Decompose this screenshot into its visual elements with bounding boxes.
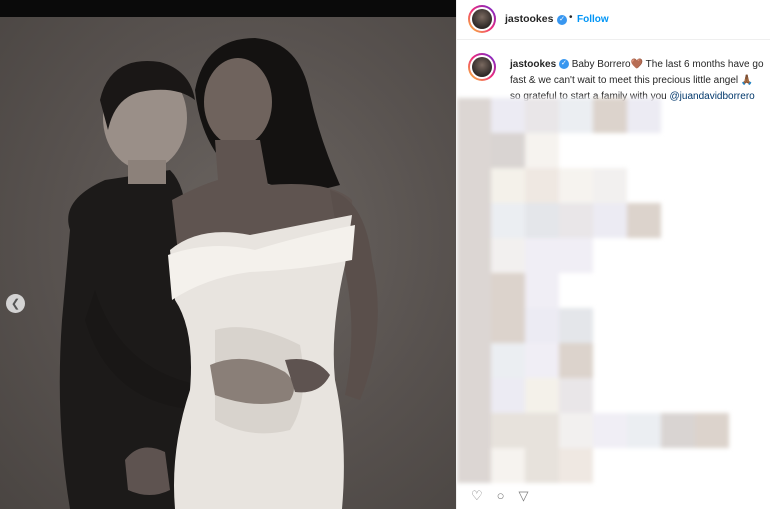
caption-verified-badge-icon: ✓: [558, 59, 569, 70]
mosaic-tile: [559, 98, 593, 133]
mosaic-tile: [525, 133, 559, 168]
mosaic-tile: [559, 448, 593, 483]
mosaic-tile: [559, 168, 593, 203]
follow-button[interactable]: Follow: [577, 14, 609, 25]
mosaic-tile: [491, 203, 525, 238]
caption-author-username[interactable]: jastookes: [510, 59, 556, 70]
mosaic-tile: [559, 203, 593, 238]
comment-icon[interactable]: ○: [497, 488, 505, 504]
mosaic-tile: [491, 378, 525, 413]
chevron-left-icon: ❮: [10, 298, 21, 310]
heart-icon[interactable]: ♡: [471, 488, 483, 504]
mosaic-tile: [491, 343, 525, 378]
mosaic-tile: [491, 308, 525, 343]
mosaic-tile: [525, 238, 559, 273]
blurred-comments-area: [457, 98, 770, 484]
mosaic-tile: [525, 413, 559, 448]
caption-author-avatar[interactable]: [468, 53, 496, 81]
post-header: jastookes ✓ • Follow: [457, 0, 770, 40]
mosaic-tile: [491, 273, 525, 308]
mosaic-tile: [457, 308, 491, 343]
mosaic-tile: [525, 378, 559, 413]
mosaic-tile: [457, 378, 491, 413]
mosaic-tile: [491, 98, 525, 133]
mosaic-tile: [525, 98, 559, 133]
share-icon[interactable]: ▽: [519, 488, 529, 504]
author-username[interactable]: jastookes: [505, 13, 553, 25]
mosaic-tile: [559, 413, 593, 448]
mosaic-tile: [457, 413, 491, 448]
mosaic-tile: [559, 308, 593, 343]
mosaic-tile: [457, 273, 491, 308]
mosaic-tile: [525, 308, 559, 343]
verified-badge-icon: ✓: [557, 15, 567, 25]
caption-line-2: fast & we can't wait to meet this precio…: [510, 75, 754, 86]
mosaic-tile: [627, 413, 661, 448]
couple-photo: [59, 38, 378, 509]
post-side-panel: jastookes ✓ • Follow jastookes ✓ Baby Bo…: [456, 0, 770, 509]
mosaic-tile: [593, 168, 627, 203]
mosaic-tile: [661, 413, 695, 448]
mosaic-tile: [525, 168, 559, 203]
mosaic-tile: [525, 448, 559, 483]
mosaic-tile: [593, 98, 627, 133]
mosaic-tile: [695, 413, 729, 448]
author-avatar[interactable]: [468, 5, 496, 33]
mosaic-tile: [525, 343, 559, 378]
mosaic-tile: [559, 378, 593, 413]
mosaic-tile: [491, 168, 525, 203]
mosaic-tile: [457, 238, 491, 273]
post-actions: ♡ ○ ▽: [471, 488, 529, 504]
mosaic-tile: [457, 343, 491, 378]
mosaic-tile: [525, 203, 559, 238]
separator-dot: •: [569, 12, 573, 23]
mosaic-tile: [627, 203, 661, 238]
mosaic-tile: [491, 413, 525, 448]
mosaic-tile: [457, 133, 491, 168]
mosaic-tile: [491, 448, 525, 483]
previous-photo-button[interactable]: ❮: [6, 294, 25, 313]
mosaic-tile: [593, 413, 627, 448]
caption-line-1: Baby Borrero🤎 The last 6 months have go: [571, 59, 764, 70]
mosaic-tile: [457, 98, 491, 133]
mosaic-tile: [457, 448, 491, 483]
mosaic-tile: [457, 168, 491, 203]
mosaic-tile: [559, 238, 593, 273]
post-image: ❮: [0, 0, 456, 509]
mosaic-tile: [559, 343, 593, 378]
mosaic-tile: [491, 238, 525, 273]
mosaic-tile: [457, 203, 491, 238]
mosaic-tile: [593, 203, 627, 238]
mosaic-tile: [627, 98, 661, 133]
mosaic-tile: [525, 273, 559, 308]
mosaic-tile: [491, 133, 525, 168]
